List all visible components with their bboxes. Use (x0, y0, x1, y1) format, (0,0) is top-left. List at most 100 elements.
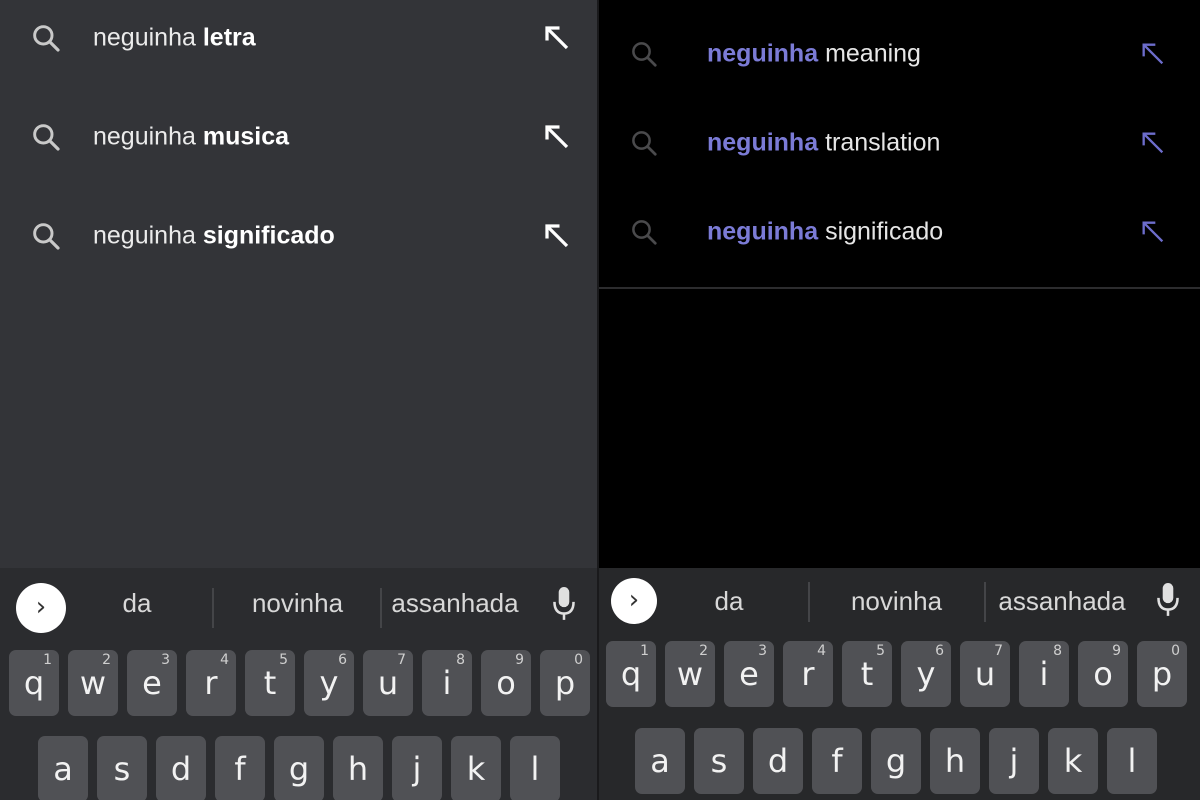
arrow-up-left-icon[interactable] (542, 23, 572, 53)
key-hint: 5 (279, 652, 288, 668)
key-i[interactable]: i8 (1019, 641, 1069, 707)
divider (212, 588, 214, 628)
key-label: u (974, 655, 996, 693)
key-t[interactable]: t5 (245, 650, 295, 716)
key-o[interactable]: o9 (1078, 641, 1128, 707)
key-k[interactable]: k (1048, 728, 1098, 794)
key-hint: 0 (1171, 643, 1180, 659)
key-label: o (1093, 655, 1113, 693)
key-w[interactable]: w2 (665, 641, 715, 707)
key-g[interactable]: g (274, 736, 324, 800)
key-label: r (204, 664, 218, 702)
chevron-right-icon[interactable]: › (16, 583, 66, 633)
key-d[interactable]: d (753, 728, 803, 794)
key-label: q (23, 664, 45, 702)
suggestion-text: neguinha meaning (707, 39, 921, 68)
key-f[interactable]: f (215, 736, 265, 800)
divider (599, 287, 1200, 289)
key-t[interactable]: t5 (842, 641, 892, 707)
key-k[interactable]: k (451, 736, 501, 800)
key-h[interactable]: h (930, 728, 980, 794)
key-hint: 7 (994, 643, 1003, 659)
key-a[interactable]: a (635, 728, 685, 794)
key-d[interactable]: d (156, 736, 206, 800)
suggestion-row[interactable]: neguinha meaning (599, 24, 1200, 84)
keyboard: › da novinha assanhada q1w2e3r4t5y6u7i8o… (599, 568, 1200, 800)
suggestion-text: neguinha letra (93, 23, 256, 52)
key-label: i (1039, 655, 1049, 693)
word-suggestion[interactable]: novinha (819, 586, 974, 617)
arrow-up-left-icon[interactable] (542, 122, 572, 152)
word-suggestion[interactable]: assanhada (992, 586, 1132, 617)
key-label: u (377, 664, 399, 702)
divider (984, 582, 986, 622)
key-a[interactable]: a (38, 736, 88, 800)
key-label: r (801, 655, 815, 693)
search-icon (33, 25, 60, 52)
arrow-up-left-icon[interactable] (1139, 218, 1167, 246)
key-o[interactable]: o9 (481, 650, 531, 716)
suggestion-row[interactable]: neguinha letra (0, 8, 597, 68)
word-suggestion[interactable]: da (95, 588, 179, 619)
key-s[interactable]: s (97, 736, 147, 800)
arrow-up-left-icon[interactable] (1139, 40, 1167, 68)
search-icon (632, 220, 657, 245)
mic-icon[interactable] (551, 586, 577, 622)
suggestion-row[interactable]: neguinha translation (599, 113, 1200, 173)
suggestion-text: neguinha musica (93, 122, 290, 151)
divider (380, 588, 382, 628)
key-hint: 8 (1053, 643, 1062, 659)
key-r[interactable]: r4 (783, 641, 833, 707)
key-r[interactable]: r4 (186, 650, 236, 716)
key-label: e (142, 664, 162, 702)
key-hint: 9 (515, 652, 524, 668)
key-w[interactable]: w2 (68, 650, 118, 716)
key-s[interactable]: s (694, 728, 744, 794)
key-e[interactable]: e3 (724, 641, 774, 707)
key-i[interactable]: i8 (422, 650, 472, 716)
suggestion-row[interactable]: neguinha significado (0, 206, 597, 266)
search-icon (632, 131, 657, 156)
suggestion-row[interactable]: neguinha musica (0, 107, 597, 167)
key-hint: 2 (699, 643, 708, 659)
key-hint: 3 (161, 652, 170, 668)
key-q[interactable]: q1 (606, 641, 656, 707)
key-label: q (620, 655, 642, 693)
key-y[interactable]: y6 (304, 650, 354, 716)
word-suggestion[interactable]: assanhada (385, 588, 525, 619)
key-label: w (79, 664, 107, 702)
key-p[interactable]: p0 (1137, 641, 1187, 707)
key-q[interactable]: q1 (9, 650, 59, 716)
key-label: w (676, 655, 704, 693)
key-hint: 4 (220, 652, 229, 668)
mic-icon[interactable] (1155, 582, 1181, 618)
key-u[interactable]: u7 (363, 650, 413, 716)
key-h[interactable]: h (333, 736, 383, 800)
search-icon (33, 223, 60, 250)
search-icon (33, 124, 60, 151)
suggestion-text: neguinha significado (707, 217, 944, 246)
key-j[interactable]: j (392, 736, 442, 800)
arrow-up-left-icon[interactable] (542, 221, 572, 251)
chevron-right-icon[interactable]: › (611, 578, 657, 624)
word-suggestion[interactable]: novinha (220, 588, 375, 619)
key-l[interactable]: l (510, 736, 560, 800)
key-f[interactable]: f (812, 728, 862, 794)
key-l[interactable]: l (1107, 728, 1157, 794)
right-panel: neguinha meaning neguinha translation ne… (599, 0, 1200, 800)
key-p[interactable]: p0 (540, 650, 590, 716)
key-u[interactable]: u7 (960, 641, 1010, 707)
key-e[interactable]: e3 (127, 650, 177, 716)
arrow-up-left-icon[interactable] (1139, 129, 1167, 157)
suggestion-text: neguinha significado (93, 221, 335, 250)
key-label: o (496, 664, 516, 702)
key-hint: 4 (817, 643, 826, 659)
key-y[interactable]: y6 (901, 641, 951, 707)
key-label: t (860, 655, 874, 693)
key-label: i (442, 664, 452, 702)
key-hint: 6 (338, 652, 347, 668)
key-j[interactable]: j (989, 728, 1039, 794)
key-g[interactable]: g (871, 728, 921, 794)
suggestion-row[interactable]: neguinha significado (599, 202, 1200, 262)
word-suggestion[interactable]: da (687, 586, 771, 617)
